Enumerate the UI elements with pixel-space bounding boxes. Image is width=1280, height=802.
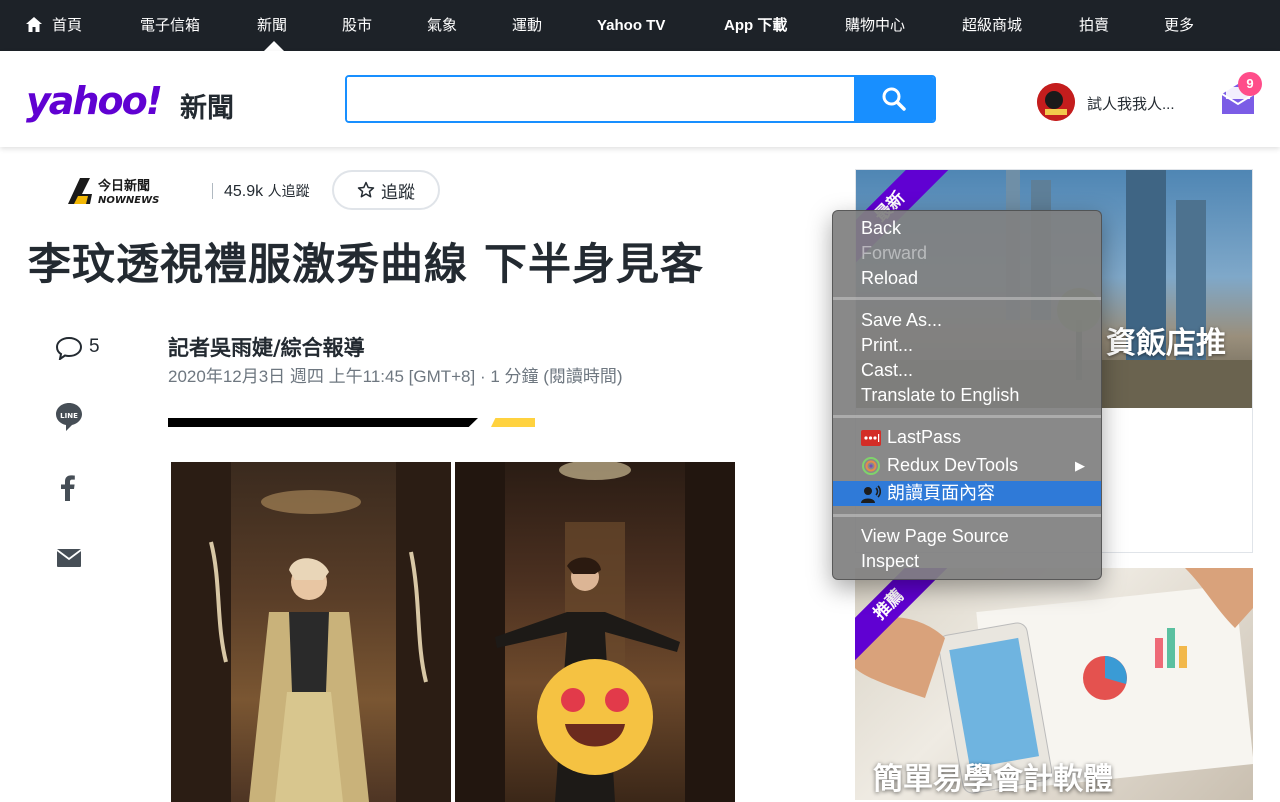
menu-item-read-aloud[interactable]: 朗讀頁面內容 xyxy=(833,481,1101,506)
search-icon xyxy=(882,87,906,111)
menu-separator xyxy=(833,297,1101,300)
menu-item-cast[interactable]: Cast... xyxy=(833,358,1101,383)
menu-item-view-source[interactable]: View Page Source xyxy=(833,524,1101,549)
share-facebook-button[interactable] xyxy=(60,475,76,506)
top-nav: 首頁 電子信箱 新聞 股市 氣象 運動 Yahoo TV App 下載 購物中心… xyxy=(0,0,1280,51)
nav-item-stocks[interactable]: 股市 xyxy=(342,0,372,51)
nav-item-mail[interactable]: 電子信箱 xyxy=(140,0,200,51)
redux-icon xyxy=(862,457,880,475)
comment-icon xyxy=(55,336,83,362)
home-icon xyxy=(26,17,42,33)
follow-button[interactable]: 追蹤 xyxy=(332,170,440,210)
follower-number: 45.9k xyxy=(224,183,264,200)
nav-item-auction[interactable]: 拍賣 xyxy=(1079,0,1109,51)
menu-separator xyxy=(833,415,1101,418)
menu-item-forward: Forward xyxy=(861,243,928,263)
menu-item-translate[interactable]: Translate to English xyxy=(833,383,1101,408)
menu-item-reload[interactable]: Reload xyxy=(833,266,1101,291)
menu-item-label: 朗讀頁面內容 xyxy=(887,483,995,503)
menu-item-back[interactable]: Back xyxy=(833,216,1101,241)
nav-item-home[interactable]: 首頁 xyxy=(26,0,82,51)
svg-text:LINE: LINE xyxy=(60,412,78,420)
menu-item-label: LastPass xyxy=(887,427,962,447)
email-icon xyxy=(56,549,82,567)
share-email-button[interactable] xyxy=(56,549,82,572)
star-icon xyxy=(357,181,375,198)
ad-card-accounting[interactable]: 推薦 簡單易學會計軟體 xyxy=(855,568,1253,800)
nav-item-yahoo-tv[interactable]: Yahoo TV xyxy=(597,0,665,51)
facebook-icon xyxy=(61,475,75,501)
avatar-image xyxy=(1037,83,1075,121)
header: yahoo! 新聞 試人我我人... 9 xyxy=(0,51,1280,147)
publisher-logo-sub: NOWNEWS xyxy=(98,195,159,206)
menu-separator xyxy=(833,514,1101,517)
publisher-logo-image: 今日新聞 NOWNEWS xyxy=(68,178,159,206)
speaker-person-icon xyxy=(861,485,881,503)
menu-item-inspect[interactable]: Inspect xyxy=(833,549,1101,574)
article-photo-left[interactable] xyxy=(171,462,451,802)
user-name[interactable]: 試人我我人... xyxy=(1087,93,1175,114)
yahoo-logo[interactable]: yahoo! xyxy=(26,79,163,123)
comments-button[interactable] xyxy=(55,336,83,365)
photo-right-image xyxy=(455,462,735,802)
ad-caption: 資飯店推 xyxy=(1106,326,1226,361)
context-menu: Back Forward Reload Save As... Print... … xyxy=(832,210,1102,580)
menu-item-lastpass[interactable]: LastPass xyxy=(833,425,1101,450)
article-photo-right[interactable] xyxy=(455,462,735,802)
avatar[interactable] xyxy=(1037,83,1075,121)
active-nav-caret xyxy=(264,41,284,51)
follow-label: 追蹤 xyxy=(381,182,415,203)
lastpass-icon xyxy=(861,430,881,446)
comment-count: 5 xyxy=(89,336,100,357)
menu-item-redux-devtools[interactable]: Redux DevTools ▶ xyxy=(833,453,1101,478)
nav-label: 首頁 xyxy=(52,17,83,34)
share-line-button[interactable]: LINE xyxy=(55,402,83,437)
ad-caption: 簡單易學會計軟體 xyxy=(873,762,1113,797)
publisher-logo-text: 今日新聞 xyxy=(97,178,150,194)
nav-item-mall[interactable]: 超級商城 xyxy=(962,0,1022,51)
nav-item-more[interactable]: 更多 xyxy=(1164,0,1194,51)
photo-left-image xyxy=(171,462,451,802)
dateline: 2020年12月3日 週四 上午11:45 [GMT+8] · 1 分鐘 (閱讀… xyxy=(168,367,623,386)
follower-count: 45.9k 人追蹤 xyxy=(224,181,310,201)
line-icon: LINE xyxy=(56,403,82,431)
search-button[interactable] xyxy=(854,77,934,121)
nav-item-app-download[interactable]: App 下載 xyxy=(724,0,787,51)
menu-item-label: Redux DevTools xyxy=(887,455,1019,475)
publisher-logo[interactable]: 今日新聞 NOWNEWS xyxy=(68,176,160,206)
menu-item-save-as[interactable]: Save As... xyxy=(833,308,1101,333)
submenu-arrow-icon: ▶ xyxy=(1075,458,1085,473)
nav-item-shopping[interactable]: 購物中心 xyxy=(845,0,905,51)
menu-item-print[interactable]: Print... xyxy=(833,333,1101,358)
search-input[interactable] xyxy=(347,77,857,121)
nav-item-sports[interactable]: 運動 xyxy=(512,0,542,51)
decorative-bar xyxy=(168,418,478,427)
decorative-bar-accent xyxy=(491,418,535,427)
article-title: 李玟透視禮服激秀曲線 下半身見客 xyxy=(28,240,704,290)
mail-count-badge: 9 xyxy=(1238,72,1262,96)
byline: 記者吳雨婕/綜合報導 xyxy=(168,336,365,360)
follower-suffix: 人追蹤 xyxy=(267,183,310,199)
divider xyxy=(212,183,213,199)
logo-subtitle[interactable]: 新聞 xyxy=(180,86,234,125)
nav-item-weather[interactable]: 氣象 xyxy=(427,0,457,51)
search-box xyxy=(345,75,936,123)
